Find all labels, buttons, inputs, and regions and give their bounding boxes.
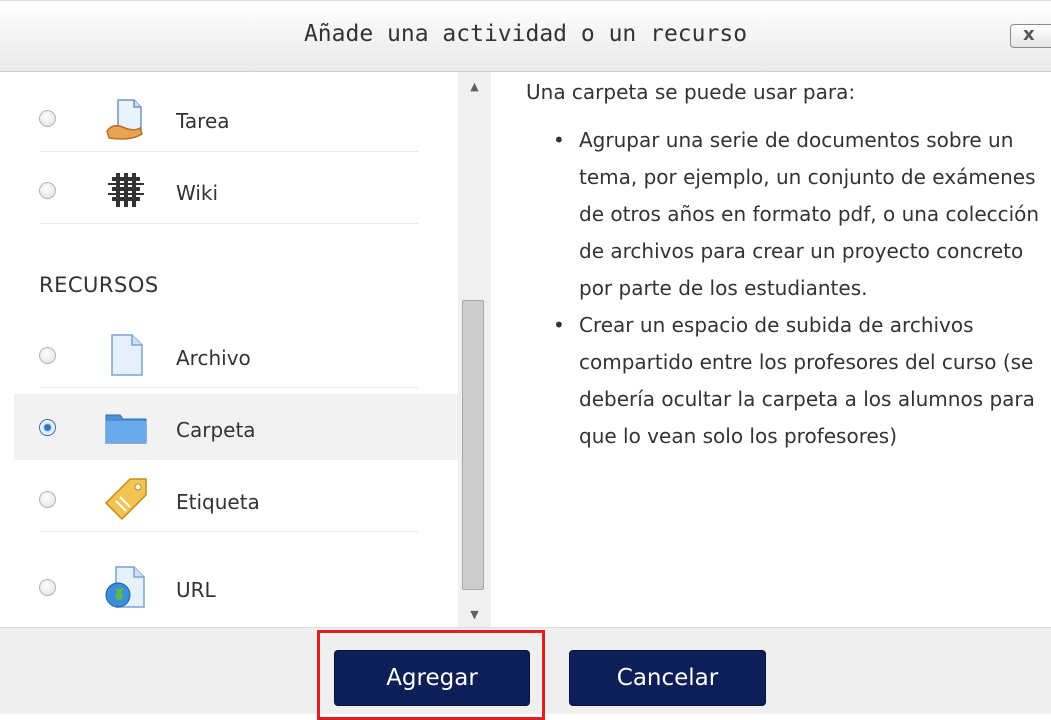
dialog-title: Añade una actividad o un recurso xyxy=(303,21,748,47)
resources-heading: RECURSOS xyxy=(39,273,159,297)
scroll-down-arrow-icon[interactable]: ▼ xyxy=(458,605,491,625)
radio-url[interactable] xyxy=(39,579,56,596)
scroll-thumb[interactable] xyxy=(462,300,484,590)
radio-carpeta[interactable] xyxy=(39,419,56,436)
description-panel: Una carpeta se puede usar para: Agrupar … xyxy=(520,74,1048,455)
highlight-box xyxy=(317,630,545,720)
option-url[interactable]: URL xyxy=(14,554,458,620)
option-label-carpeta: Carpeta xyxy=(176,418,256,442)
radio-tarea[interactable] xyxy=(39,110,56,127)
description-intro: Una carpeta se puede usar para: xyxy=(526,80,856,104)
description-list: Agrupar una serie de documentos sobre un… xyxy=(520,122,1048,455)
dialog-header: Añade una actividad o un recurso x xyxy=(0,0,1051,72)
radio-archivo[interactable] xyxy=(39,347,56,364)
url-icon xyxy=(105,566,145,608)
radio-etiqueta[interactable] xyxy=(39,491,56,508)
option-tarea[interactable]: Tarea xyxy=(14,86,458,152)
radio-wiki[interactable] xyxy=(39,182,56,199)
add-activity-dialog: Añade una actividad o un recurso x Tarea xyxy=(0,0,1051,720)
option-label-etiqueta: Etiqueta xyxy=(176,490,260,514)
folder-icon xyxy=(105,414,147,444)
option-label-tarea: Tarea xyxy=(176,109,230,133)
separator xyxy=(40,151,418,152)
separator xyxy=(40,531,418,532)
options-scrollbar[interactable]: ▲ ▼ xyxy=(458,72,491,627)
description-bullet: Agrupar una serie de documentos sobre un… xyxy=(553,122,1048,307)
description-bullet: Crear un espacio de subida de archivos c… xyxy=(553,307,1048,455)
option-etiqueta[interactable]: Etiqueta xyxy=(14,466,458,532)
wiki-icon xyxy=(108,173,144,207)
option-wiki[interactable]: Wiki xyxy=(14,158,458,224)
option-label-archivo: Archivo xyxy=(176,346,251,370)
separator xyxy=(40,223,418,224)
close-button[interactable]: x xyxy=(1010,24,1051,48)
options-list: Tarea Wiki RECURSOS Archivo Carpeta Etiq… xyxy=(14,72,458,627)
file-icon xyxy=(111,334,143,376)
option-label-url: URL xyxy=(176,578,216,602)
close-icon: x xyxy=(1023,24,1035,45)
cancel-button[interactable]: Cancelar xyxy=(569,650,766,706)
scroll-up-arrow-icon[interactable]: ▲ xyxy=(458,77,491,97)
option-label-wiki: Wiki xyxy=(176,181,219,205)
label-icon xyxy=(104,478,147,521)
separator xyxy=(40,387,418,388)
assignment-icon xyxy=(106,99,143,140)
option-archivo[interactable]: Archivo xyxy=(14,322,458,388)
option-carpeta[interactable]: Carpeta xyxy=(14,394,458,460)
